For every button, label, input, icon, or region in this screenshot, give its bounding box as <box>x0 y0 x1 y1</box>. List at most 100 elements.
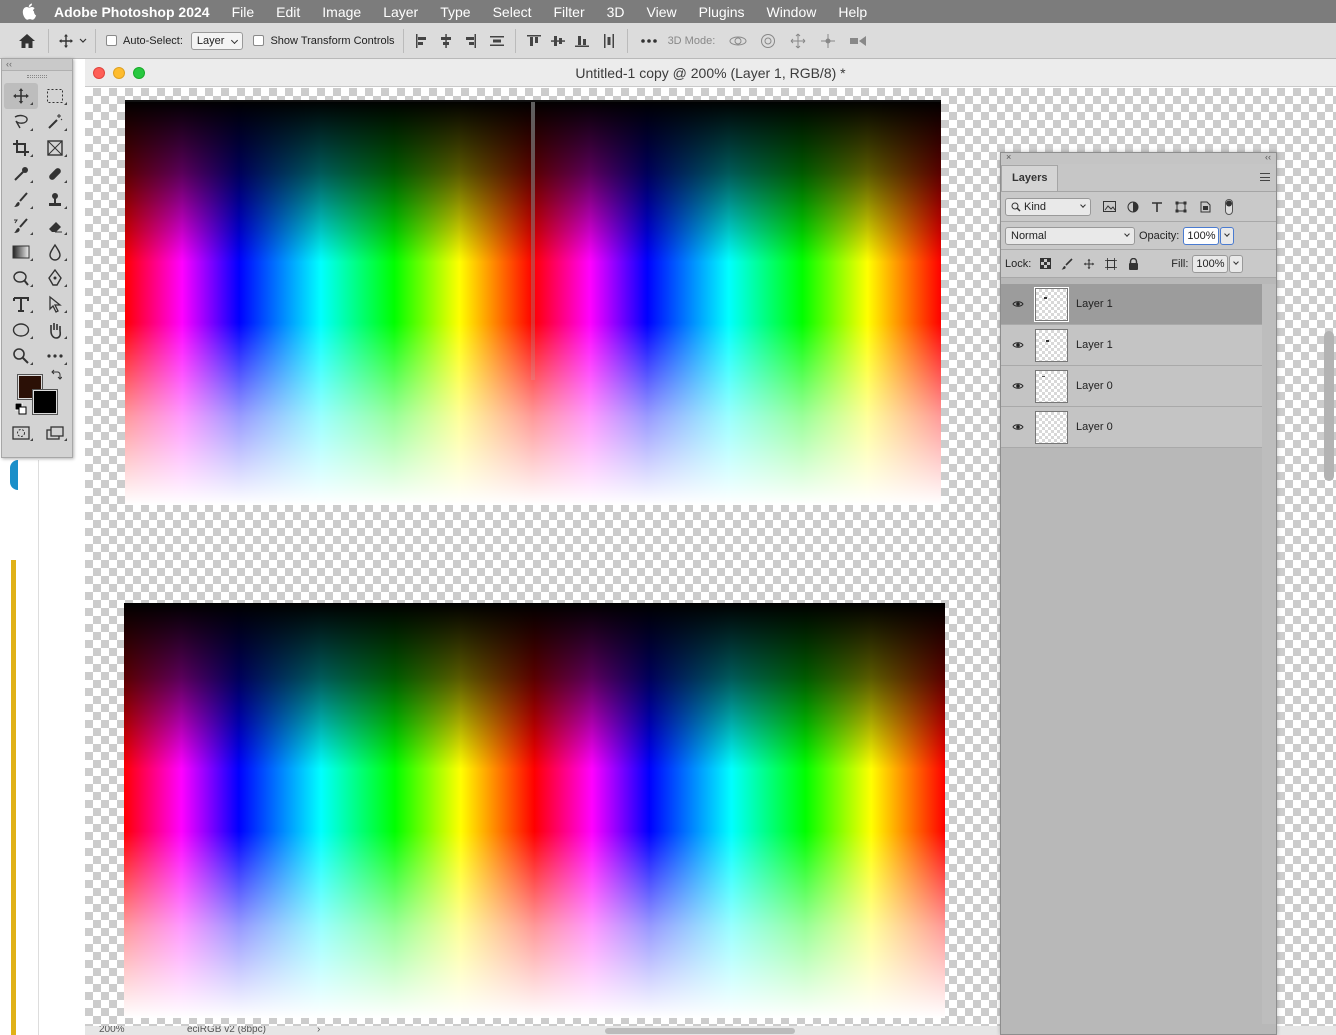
visibility-eye-icon[interactable] <box>1001 341 1035 349</box>
layers-scrollbar[interactable] <box>1262 284 1276 1024</box>
history-brush-tool-icon[interactable] <box>4 213 38 239</box>
edit-toolbar-icon[interactable] <box>38 343 72 369</box>
status-menu-arrow[interactable]: › <box>317 1026 320 1035</box>
eyedropper-tool-icon[interactable] <box>4 161 38 187</box>
3d-scale-icon[interactable] <box>846 32 870 50</box>
visibility-eye-icon[interactable] <box>1001 382 1035 390</box>
blend-mode-dropdown[interactable]: Normal <box>1005 226 1135 245</box>
fill-input[interactable]: 100% <box>1192 254 1229 273</box>
align-top-icon[interactable] <box>525 32 543 50</box>
default-colors-icon[interactable] <box>14 402 27 418</box>
filter-smart-object-icon[interactable] <box>1197 199 1213 215</box>
menu-3d[interactable]: 3D <box>607 4 625 20</box>
3d-pan-icon[interactable] <box>786 32 810 50</box>
align-right-icon[interactable] <box>461 32 479 50</box>
opacity-slider-button[interactable] <box>1220 226 1235 245</box>
vertical-scrollbar[interactable] <box>1324 331 1334 481</box>
3d-orbit-icon[interactable] <box>726 32 750 50</box>
visibility-eye-icon[interactable] <box>1001 423 1035 431</box>
apple-menu-icon[interactable] <box>20 3 38 21</box>
filter-adjustment-icon[interactable] <box>1125 199 1141 215</box>
background-color-swatch[interactable] <box>32 389 58 415</box>
swap-colors-icon[interactable] <box>50 369 63 384</box>
minimize-window-button[interactable] <box>113 67 125 79</box>
layer-row[interactable]: Layer 0 <box>1001 407 1263 448</box>
distribute-horizontal-icon[interactable] <box>600 32 618 50</box>
maximize-window-button[interactable] <box>133 67 145 79</box>
menu-type[interactable]: Type <box>440 4 470 20</box>
brush-tool-icon[interactable] <box>4 187 38 213</box>
lock-artboard-icon[interactable] <box>1103 256 1119 272</box>
layer-name[interactable]: Layer 1 <box>1076 298 1113 310</box>
move-tool-icon[interactable] <box>55 30 77 52</box>
visibility-eye-icon[interactable] <box>1001 300 1035 308</box>
crop-tool-icon[interactable] <box>4 135 38 161</box>
menu-view[interactable]: View <box>647 4 677 20</box>
tool-preset-chevron-icon[interactable] <box>77 30 89 52</box>
menu-layer[interactable]: Layer <box>383 4 418 20</box>
zoom-tool-icon[interactable] <box>4 343 38 369</box>
tab-layers[interactable]: Layers <box>1001 165 1059 191</box>
auto-select-checkbox[interactable] <box>106 35 117 46</box>
3d-slide-icon[interactable] <box>816 32 840 50</box>
layer-row[interactable]: Layer 1 <box>1001 325 1263 366</box>
lock-position-icon[interactable] <box>1081 256 1097 272</box>
layer-name[interactable]: Layer 0 <box>1076 380 1113 392</box>
dodge-tool-icon[interactable] <box>4 265 38 291</box>
lasso-tool-icon[interactable] <box>4 109 38 135</box>
app-name[interactable]: Adobe Photoshop 2024 <box>54 4 210 20</box>
clone-stamp-tool-icon[interactable] <box>38 187 72 213</box>
ellipse-tool-icon[interactable] <box>4 317 38 343</box>
filter-toggle-icon[interactable] <box>1221 198 1237 215</box>
type-tool-icon[interactable] <box>4 291 38 317</box>
align-middle-v-icon[interactable] <box>549 32 567 50</box>
move-tool-icon[interactable] <box>4 83 38 109</box>
lock-image-pixels-icon[interactable] <box>1059 256 1075 272</box>
eraser-tool-icon[interactable] <box>38 213 72 239</box>
layer-name[interactable]: Layer 1 <box>1076 339 1113 351</box>
menu-edit[interactable]: Edit <box>276 4 300 20</box>
menu-file[interactable]: File <box>232 4 255 20</box>
screen-mode-icon[interactable] <box>38 421 72 445</box>
layer-name[interactable]: Layer 0 <box>1076 421 1113 433</box>
auto-select-dropdown[interactable]: Layer <box>190 31 244 50</box>
panel-menu-icon[interactable] <box>1260 173 1270 181</box>
layer-row[interactable]: Layer 1 <box>1001 284 1263 325</box>
align-center-h-icon[interactable] <box>437 32 455 50</box>
align-bottom-icon[interactable] <box>573 32 591 50</box>
layer-row[interactable]: Layer 0 <box>1001 366 1263 407</box>
filter-shape-icon[interactable] <box>1173 199 1189 215</box>
filter-pixel-icon[interactable] <box>1101 199 1117 215</box>
lock-transparent-pixels-icon[interactable] <box>1037 256 1053 272</box>
filter-kind-dropdown[interactable]: Kind <box>1005 197 1091 216</box>
show-transform-checkbox[interactable] <box>253 35 265 46</box>
distribute-vertical-icon[interactable] <box>488 32 506 50</box>
magic-wand-tool-icon[interactable] <box>38 109 72 135</box>
close-panel-button[interactable]: × <box>1006 152 1011 162</box>
hand-tool-icon[interactable] <box>38 317 72 343</box>
align-left-icon[interactable] <box>413 32 431 50</box>
menu-image[interactable]: Image <box>322 4 361 20</box>
tools-collapse-button[interactable]: ‹‹ <box>2 59 72 71</box>
marquee-tool-icon[interactable] <box>38 83 72 109</box>
opacity-input[interactable]: 100% <box>1183 226 1220 245</box>
filter-type-icon[interactable] <box>1149 199 1165 215</box>
healing-brush-tool-icon[interactable] <box>38 161 72 187</box>
collapse-panel-button[interactable]: ‹‹ <box>1265 152 1271 162</box>
menu-filter[interactable]: Filter <box>554 4 585 20</box>
zoom-level[interactable]: 200% <box>99 1026 125 1035</box>
path-selection-tool-icon[interactable] <box>38 291 72 317</box>
close-window-button[interactable] <box>93 67 105 79</box>
horizontal-scrollbar[interactable] <box>605 1028 795 1034</box>
home-icon[interactable] <box>16 30 38 52</box>
menu-window[interactable]: Window <box>767 4 817 20</box>
menu-plugins[interactable]: Plugins <box>699 4 745 20</box>
menu-help[interactable]: Help <box>838 4 867 20</box>
more-options-icon[interactable] <box>637 32 661 50</box>
tools-grip[interactable] <box>2 71 72 81</box>
fill-slider-button[interactable] <box>1229 254 1244 273</box>
gradient-tool-icon[interactable] <box>4 239 38 265</box>
menu-select[interactable]: Select <box>493 4 532 20</box>
3d-roll-icon[interactable] <box>756 32 780 50</box>
document-titlebar[interactable]: Untitled-1 copy @ 200% (Layer 1, RGB/8) … <box>85 59 1336 87</box>
